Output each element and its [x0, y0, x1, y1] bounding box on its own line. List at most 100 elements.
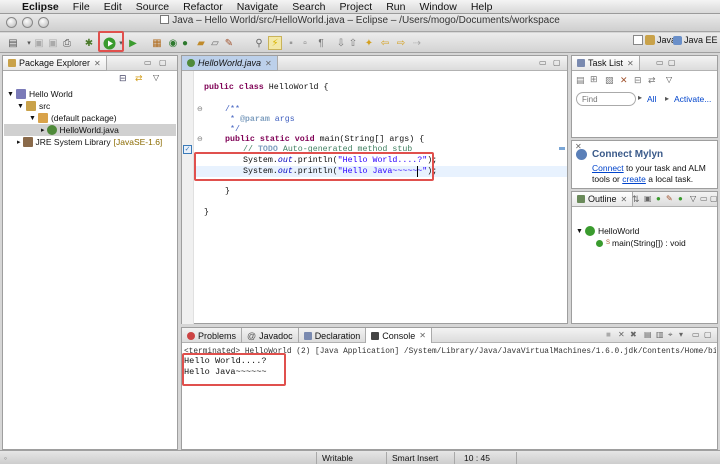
close-icon[interactable]: ✕ [94, 59, 101, 68]
menu-search[interactable]: Search [292, 1, 325, 13]
maximize-icon[interactable]: ▢ [668, 58, 676, 67]
sort-icon[interactable]: ⇅ [632, 194, 640, 205]
tab-javadoc[interactable]: @ Javadoc [242, 328, 299, 343]
tab-helloworld-java[interactable]: HelloWorld.java ✕ [182, 56, 278, 71]
tree-project[interactable]: ▼ Hello World [7, 88, 73, 100]
menu-file[interactable]: File [73, 1, 90, 13]
open-type-icon[interactable]: ▰ [194, 36, 208, 50]
maximize-icon[interactable]: ▢ [159, 58, 167, 67]
view-menu-icon[interactable]: ▽ [690, 194, 696, 203]
maximize-icon[interactable]: ▢ [553, 58, 561, 67]
menu-eclipse[interactable]: Eclipse [22, 1, 59, 13]
expand-icon[interactable]: ▼ [576, 228, 583, 235]
maximize-icon[interactable]: ▢ [704, 330, 712, 339]
task-find-input[interactable] [576, 92, 636, 106]
tree-file-selected[interactable]: ▸ HelloWorld.java [4, 124, 176, 136]
overview-task-marker[interactable] [559, 147, 565, 150]
save-all-icon[interactable]: ▣ [46, 36, 60, 50]
block-selection-icon[interactable]: ▪ [284, 36, 298, 50]
clear-console-icon[interactable]: ▤ [644, 330, 652, 339]
outline-class-row[interactable]: ▼ HelloWorld [576, 225, 639, 237]
tree-src[interactable]: ▼ src [17, 100, 50, 112]
toggle-mark-icon[interactable]: ⚲ [252, 36, 266, 50]
scroll-lock-icon[interactable]: ▥ [656, 330, 664, 339]
expand-icon[interactable]: ▸ [41, 126, 45, 134]
expand-icon[interactable]: ▼ [7, 91, 14, 98]
menu-source[interactable]: Source [136, 1, 169, 13]
external-tools-icon[interactable]: ▶ [126, 36, 140, 50]
collapse-all-icon[interactable]: ⊟ [634, 75, 642, 86]
minimize-icon[interactable]: ▭ [656, 58, 664, 67]
back-icon[interactable]: ⇦ [378, 36, 392, 50]
hide-completed-icon[interactable]: ▧ [605, 75, 614, 86]
mylyn-connect-link[interactable]: Connect [592, 163, 624, 173]
mylyn-create-link[interactable]: create [622, 174, 646, 184]
mark-occurrences-icon[interactable]: ⚡ [268, 36, 282, 50]
hide-local-types-icon[interactable]: ● [678, 194, 683, 203]
display-console-icon[interactable]: ▾ [679, 330, 683, 339]
task-all-link[interactable]: All [647, 94, 656, 104]
pin-console-icon[interactable]: ⌖ [668, 330, 673, 340]
minimize-icon[interactable]: ▭ [692, 330, 700, 339]
tab-problems[interactable]: Problems [182, 328, 243, 343]
find-dropdown-icon[interactable]: ▸ [638, 93, 642, 102]
maximize-icon[interactable]: ▢ [710, 194, 718, 203]
perspective-java-ee[interactable]: Java EE [673, 35, 718, 45]
print-icon[interactable]: ⎙ [60, 36, 74, 50]
perspective-java[interactable]: Java [633, 35, 676, 45]
prev-annotation-icon[interactable]: ⇧ [346, 36, 360, 50]
task-filter-icon[interactable]: ⊞ [590, 74, 598, 85]
fold-icon[interactable]: ⊖ [197, 135, 203, 143]
tab-task-list[interactable]: Task List ✕ [572, 56, 640, 71]
new-class-icon[interactable]: ● [178, 36, 192, 50]
last-edit-icon[interactable]: ✦ [362, 36, 376, 50]
tab-console[interactable]: Console ✕ [366, 328, 432, 343]
debug-icon[interactable]: ✱ [82, 36, 96, 50]
close-icon[interactable]: ✕ [265, 59, 272, 68]
menu-run[interactable]: Run [386, 1, 405, 13]
expand-icon[interactable]: ▼ [29, 115, 36, 122]
task-marker-icon[interactable]: ✓ [183, 145, 192, 154]
tree-default-package[interactable]: ▼ (default package) [29, 112, 117, 124]
new-task-icon[interactable]: ▤ [576, 75, 585, 86]
minimize-icon[interactable]: ▭ [700, 194, 708, 203]
minimize-icon[interactable]: ▭ [144, 58, 152, 67]
menu-help[interactable]: Help [471, 1, 493, 13]
tab-package-explorer[interactable]: Package Explorer ✕ [3, 56, 107, 71]
new-icon[interactable]: ▤ [6, 36, 20, 50]
task-activate-link[interactable]: Activate... [674, 94, 711, 104]
menu-navigate[interactable]: Navigate [237, 1, 278, 13]
code-line-1[interactable]: public class HelloWorld { [204, 82, 329, 93]
tab-declaration[interactable]: Declaration [299, 328, 367, 343]
menu-edit[interactable]: Edit [104, 1, 122, 13]
hide-static-icon[interactable]: ✎ [666, 194, 673, 203]
close-icon[interactable]: ✕ [419, 331, 426, 340]
view-menu-icon[interactable]: ▽ [666, 75, 672, 84]
collapse-all-icon[interactable]: ⊟ [119, 73, 127, 84]
terminate-icon[interactable]: ■ [606, 330, 611, 339]
remove-all-icon[interactable]: ✖ [630, 330, 637, 339]
focus-icon[interactable]: ✕ [620, 75, 628, 86]
view-menu-icon[interactable]: ▽ [153, 73, 159, 82]
show-whitespace-icon[interactable]: ▫ [298, 36, 312, 50]
activate-dropdown-icon[interactable]: ▸ [665, 94, 669, 103]
open-task-icon[interactable]: ▱ [208, 36, 222, 50]
close-icon[interactable]: ✕ [621, 195, 628, 204]
tree-jre[interactable]: ▸ JRE System Library [JavaSE-1.6] [17, 136, 162, 148]
forward-icon[interactable]: ⇨ [394, 36, 408, 50]
new-java-project-icon[interactable]: ▦ [150, 36, 164, 50]
forward-dropdown-icon[interactable]: ⇢ [410, 36, 424, 50]
hide-fields-icon[interactable]: ▣ [644, 194, 652, 203]
menu-project[interactable]: Project [340, 1, 373, 13]
close-icon[interactable]: ✕ [627, 59, 634, 68]
search-icon[interactable]: ✎ [222, 36, 236, 50]
fold-icon[interactable]: ⊖ [197, 105, 203, 113]
hide-nonpublic-icon[interactable]: ● [656, 194, 661, 203]
menu-refactor[interactable]: Refactor [183, 1, 223, 13]
pilcrow-icon[interactable]: ¶ [314, 36, 328, 50]
expand-icon[interactable]: ▸ [17, 138, 21, 146]
tab-outline[interactable]: Outline ✕ [572, 192, 634, 207]
code-line-9[interactable]: } [225, 186, 230, 197]
save-icon[interactable]: ▣ [32, 36, 46, 50]
remove-launch-icon[interactable]: ✕ [618, 330, 625, 339]
